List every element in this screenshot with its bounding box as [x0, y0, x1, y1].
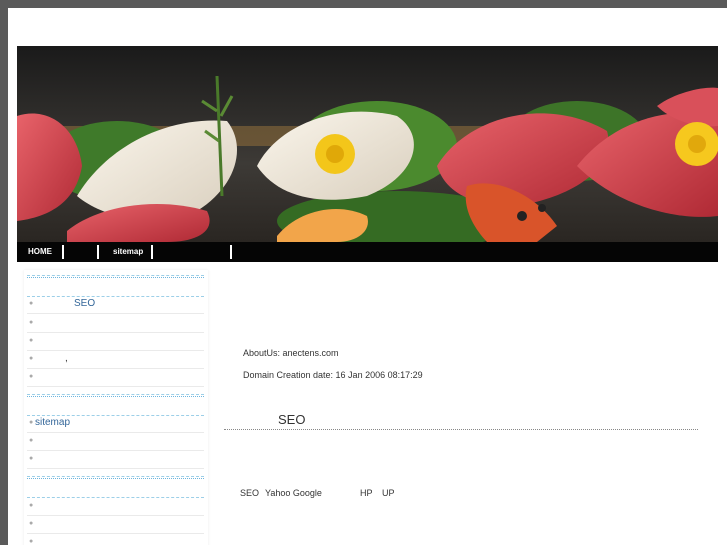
sidebar: ● SEO ● ● ●, ● ● sitemap ● ● ● ● ●	[24, 270, 208, 545]
bullet-icon: ●	[29, 520, 34, 527]
sidebar-item[interactable]: ●	[27, 533, 204, 545]
bullet-icon: ●	[29, 319, 34, 326]
sidebar-section-header	[27, 394, 204, 416]
nav-separator	[62, 245, 64, 259]
sidebar-item[interactable]: ●	[27, 432, 204, 451]
footer-seo-text: SEO	[240, 488, 260, 498]
nav-separator	[151, 245, 153, 259]
top-nav-bar: HOME sitemap	[17, 242, 718, 262]
bullet-icon: ●	[29, 355, 34, 362]
about-us-text: AboutUs: anectens.com	[243, 348, 339, 358]
sidebar-item-sitemap[interactable]: ● sitemap	[27, 414, 204, 433]
page: HOME sitemap ● SEO ● ● ●, ● ● sitemap ● ● …	[8, 8, 727, 545]
bullet-icon: ●	[29, 300, 34, 307]
sidebar-item[interactable]: ●,	[27, 350, 204, 369]
bullet-icon: ●	[29, 337, 34, 344]
header-banner-sashimi-image	[17, 46, 718, 242]
nav-home-link[interactable]: HOME	[28, 242, 52, 262]
sidebar-item[interactable]: ●	[27, 450, 204, 469]
banner-illustration	[17, 46, 718, 242]
section-heading-text: SEO	[278, 412, 306, 427]
domain-creation-date: Domain Creation date: 16 Jan 2006 08:17:…	[243, 370, 423, 380]
nav-separator	[230, 245, 232, 259]
sidebar-item[interactable]: ●	[27, 515, 204, 534]
section-heading: SEO	[224, 412, 698, 430]
sidebar-section-header	[27, 476, 204, 498]
footer-up-text: UP	[382, 488, 395, 498]
sidebar-item[interactable]: ●	[27, 368, 204, 387]
sidebar-item[interactable]: ●	[27, 332, 204, 351]
bullet-icon: ●	[29, 502, 34, 509]
sidebar-item[interactable]: ●	[27, 497, 204, 516]
bullet-icon: ●	[29, 455, 34, 462]
footer-hp-text: HP	[360, 488, 373, 498]
nav-separator	[97, 245, 99, 259]
nav-sitemap-link[interactable]: sitemap	[113, 242, 143, 262]
bullet-icon: ●	[29, 437, 34, 444]
bullet-icon: ●	[29, 373, 34, 380]
footer-engines-text: Yahoo Google	[265, 488, 322, 498]
sidebar-item[interactable]: ● SEO	[27, 295, 204, 314]
bullet-icon: ●	[29, 538, 34, 545]
sidebar-item[interactable]: ●	[27, 314, 204, 333]
bullet-icon: ●	[29, 419, 34, 426]
sidebar-section-header	[27, 275, 204, 297]
